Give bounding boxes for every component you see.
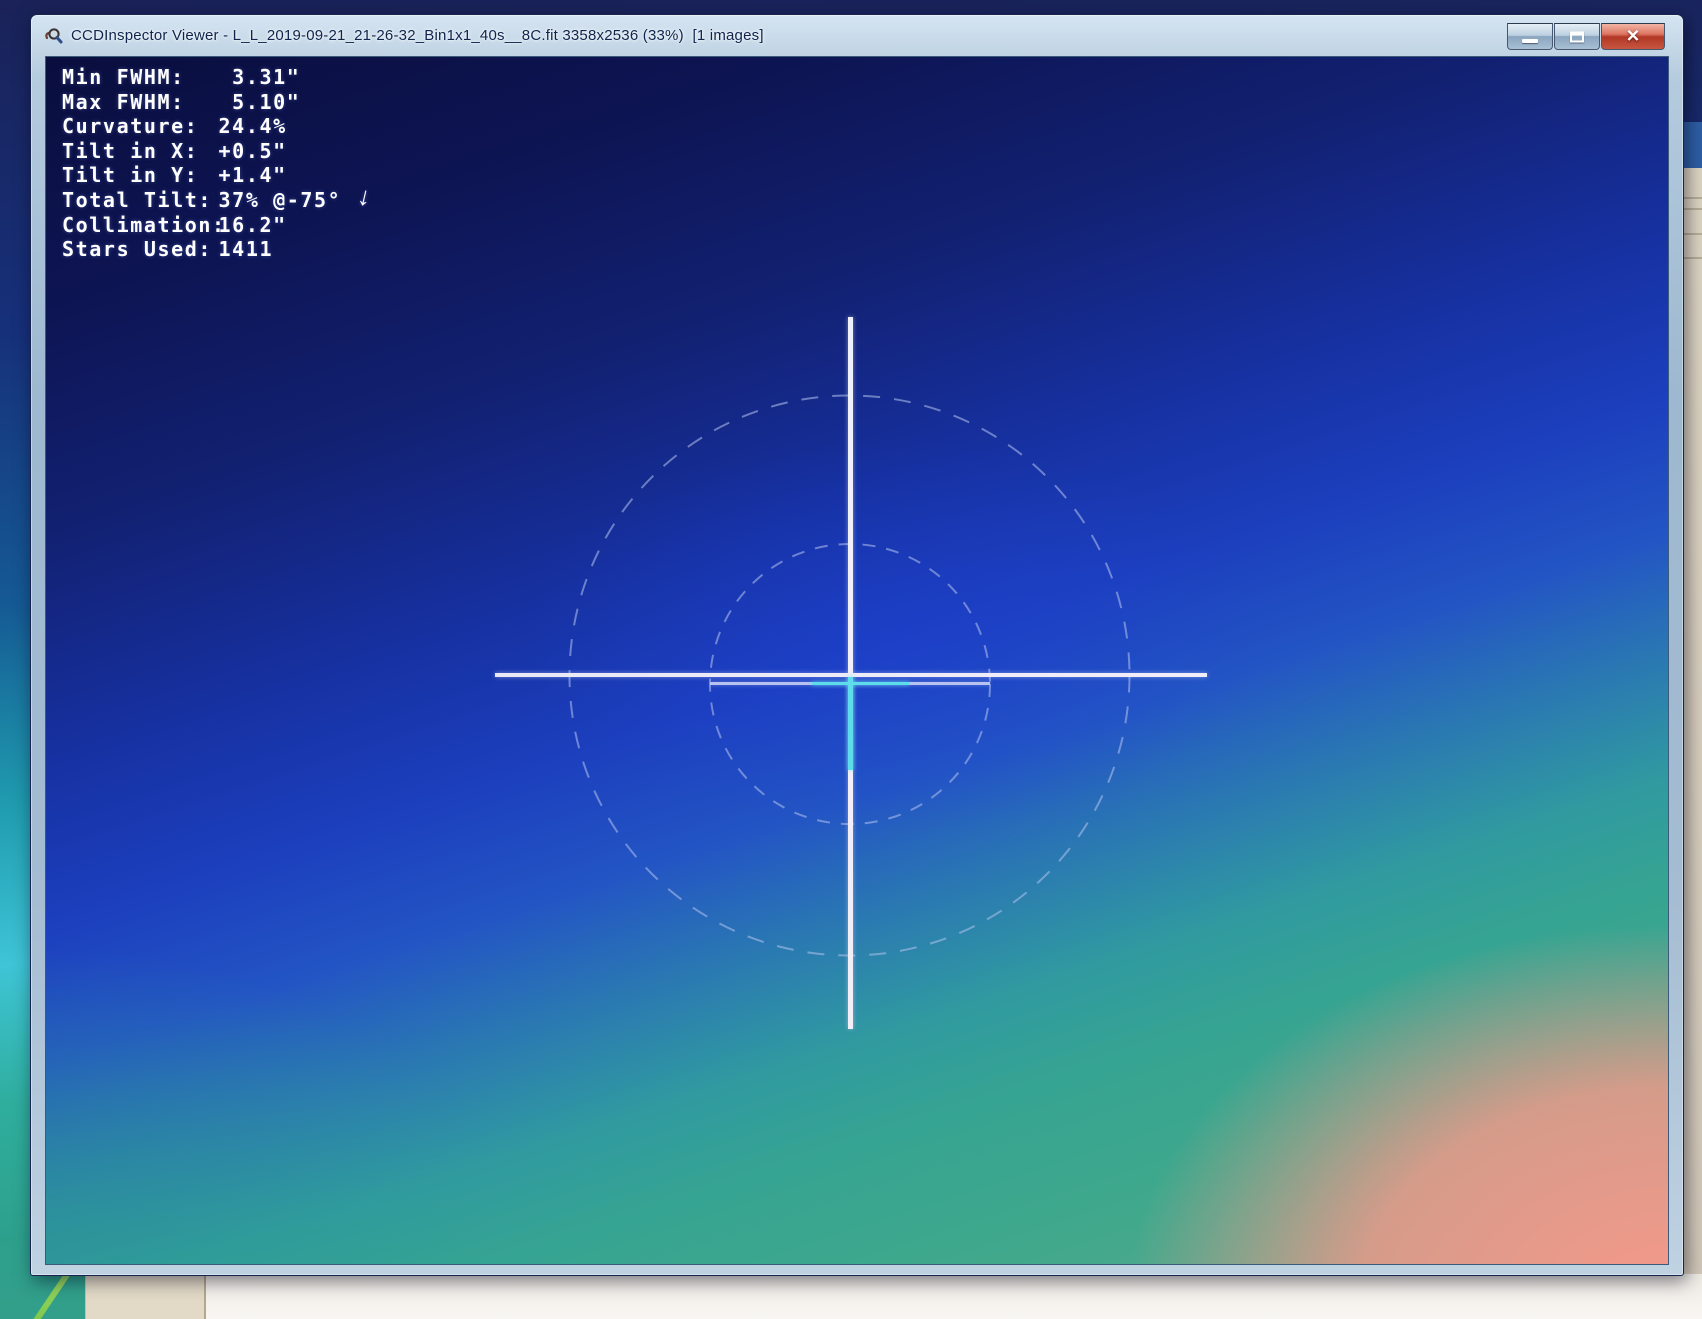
maximize-button[interactable] [1554,23,1600,50]
stat-stars-used: Stars Used:1411 [62,237,341,262]
fwhm-map-canvas[interactable]: Min FWHM: 3.31" Max FWHM: 5.10" Curvatur… [45,56,1669,1265]
stat-total-tilt: Total Tilt:37% @-75° [62,188,341,213]
stat-tilt-x: Tilt in X:+0.5" [62,139,341,164]
collimation-vertical-cyan-segment [848,677,853,770]
tilt-direction-arrow-icon: ↓ [355,180,375,213]
close-button[interactable]: ✕ [1601,23,1665,50]
background-window-ridge [1684,233,1702,235]
background-window-ridge [1684,197,1702,199]
stat-min-fwhm: Min FWHM: 3.31" [62,65,341,90]
window-title: CCDInspector Viewer - L_L_2019-09-21_21-… [71,27,764,44]
background-window-bottom-panel [85,1274,206,1319]
stat-collimation: Collimation:16.2" [62,213,341,238]
stat-max-fwhm: Max FWHM: 5.10" [62,90,341,115]
minimize-button[interactable] [1507,23,1553,50]
stat-tilt-y: Tilt in Y:+1.4" [62,163,341,188]
maximize-icon [1570,31,1584,42]
inspection-stats: Min FWHM: 3.31" Max FWHM: 5.10" Curvatur… [62,65,341,262]
background-window-ridge [1684,257,1702,259]
ccdinspector-app-icon [44,26,64,46]
crosshair-vertical-line [848,317,853,1029]
background-window-right-edge [1684,168,1702,1278]
background-window-titleband [1684,122,1702,168]
background-window-bottom [206,1274,1702,1319]
collimation-horizontal-cyan-segment [812,682,909,685]
outer-dashed-circle [570,396,1130,956]
background-window-ridge [1684,208,1702,210]
desktop-photo: CCDInspector Viewer - L_L_2019-09-21_21-… [0,0,1702,1319]
stat-curvature: Curvature:24.4% [62,114,341,139]
ccdinspector-window: CCDInspector Viewer - L_L_2019-09-21_21-… [30,14,1684,1276]
collimation-horizontal-line [710,682,990,685]
close-icon: ✕ [1626,26,1640,46]
inner-dashed-circle [710,544,990,824]
caption-buttons: ✕ [1506,23,1665,50]
minimize-icon [1522,39,1538,43]
crosshair-horizontal-line [495,673,1207,677]
title-bar[interactable]: CCDInspector Viewer - L_L_2019-09-21_21-… [31,15,1683,56]
